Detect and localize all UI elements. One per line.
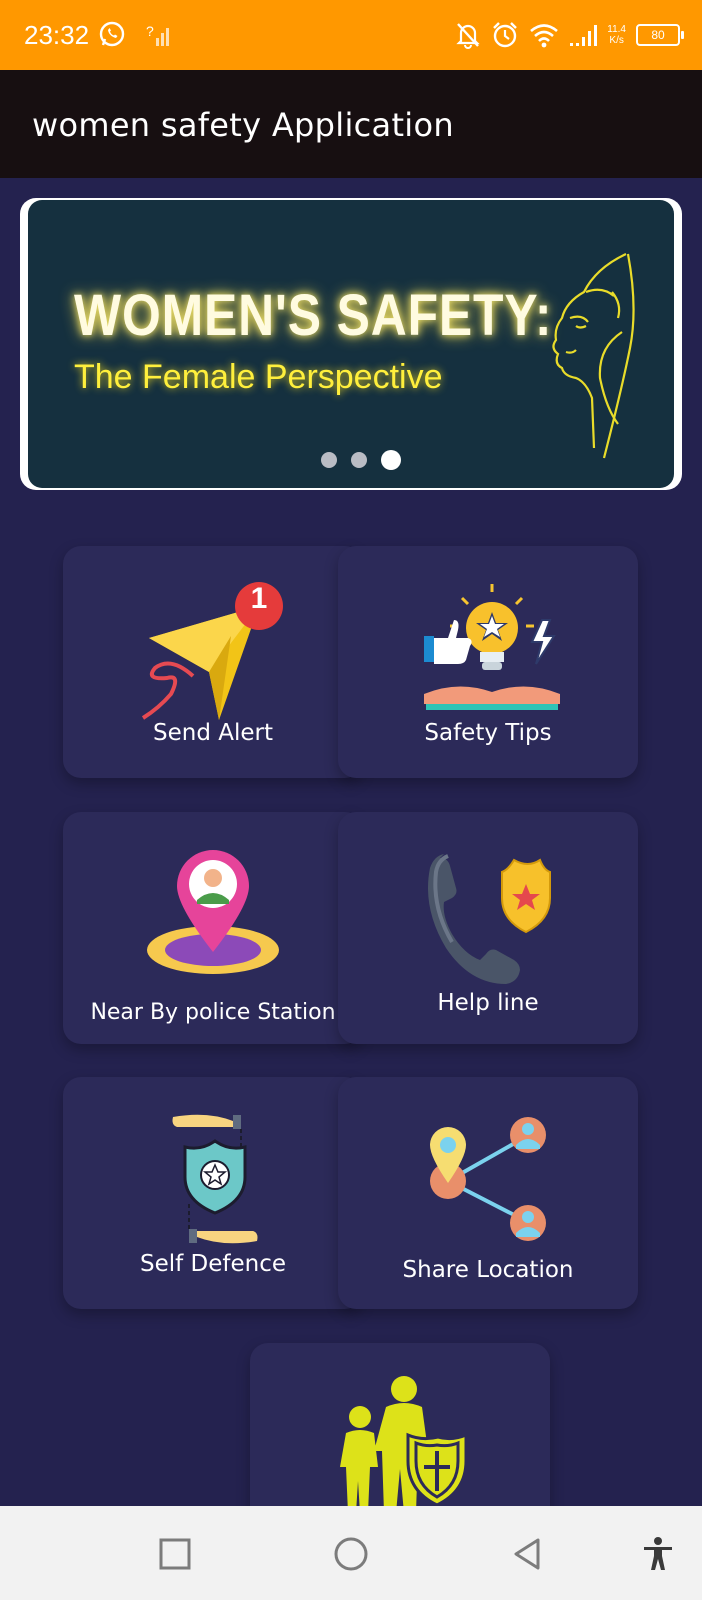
battery-level: 80 xyxy=(651,28,665,42)
accessibility-icon[interactable] xyxy=(640,1536,676,1572)
carousel-dot-active[interactable] xyxy=(381,450,401,470)
banner-slide[interactable]: WOMEN'S SAFETY: The Female Perspective xyxy=(28,200,674,488)
status-time: 23:32 xyxy=(24,20,90,50)
mute-notification-icon xyxy=(456,23,480,49)
carousel-indicator xyxy=(28,450,674,470)
wifi-icon xyxy=(530,24,559,48)
recent-apps-icon[interactable] xyxy=(157,1536,193,1572)
status-bar: 23:32 ? 11.4 K/s 80 xyxy=(0,0,702,70)
police-station-card[interactable]: Near By police Station xyxy=(63,812,363,1044)
share-location-icon xyxy=(430,1117,546,1241)
alarm-icon xyxy=(493,22,518,48)
back-icon[interactable] xyxy=(510,1536,546,1572)
network-speed: 11.4 K/s xyxy=(607,24,626,46)
system-navigation-bar xyxy=(0,1506,702,1600)
notification-badge-count: 1 xyxy=(250,582,268,615)
battery-icon: 80 xyxy=(636,24,684,46)
safety-tips-icon xyxy=(424,584,560,710)
banner-headline: WOMEN'S SAFETY: xyxy=(74,283,553,348)
svg-text:?: ? xyxy=(146,23,154,39)
self-defence-label: Self Defence xyxy=(139,1251,287,1277)
whatsapp-icon xyxy=(99,21,125,47)
cell-signal-icon xyxy=(570,25,598,46)
family-protection-icon xyxy=(340,1376,468,1513)
safety-tips-label: Safety Tips xyxy=(424,720,552,746)
carousel-dot[interactable] xyxy=(351,452,367,468)
carousel-dot[interactable] xyxy=(321,452,337,468)
share-location-card[interactable]: Share Location xyxy=(338,1077,638,1309)
app-bar: women safety Application xyxy=(0,70,702,178)
app-title: women safety Application xyxy=(32,106,454,144)
phone-police-badge-icon xyxy=(428,854,551,984)
woman-face-line-art-icon xyxy=(552,253,635,459)
send-alert-card[interactable]: 1 Send Alert xyxy=(63,546,363,778)
share-location-label: Share Location xyxy=(402,1257,574,1283)
banner-carousel[interactable]: WOMEN'S SAFETY: The Female Perspective xyxy=(20,198,682,490)
safety-tips-card[interactable]: Safety Tips xyxy=(338,546,638,778)
network-speed-value: 11.4 xyxy=(607,24,626,35)
help-line-card[interactable]: Help line xyxy=(338,812,638,1044)
self-defence-card[interactable]: Self Defence xyxy=(63,1077,363,1309)
location-pin-icon xyxy=(147,850,279,974)
network-speed-unit: K/s xyxy=(609,35,624,46)
home-icon[interactable] xyxy=(333,1536,369,1572)
banner-subheadline: The Female Perspective xyxy=(74,358,443,396)
send-alert-label: Send Alert xyxy=(153,720,273,746)
self-defence-shield-icon xyxy=(172,1114,258,1244)
police-station-label: Near By police Station xyxy=(90,1000,336,1025)
help-line-label: Help line xyxy=(437,990,539,1016)
no-signal-icon: ? xyxy=(146,23,169,46)
